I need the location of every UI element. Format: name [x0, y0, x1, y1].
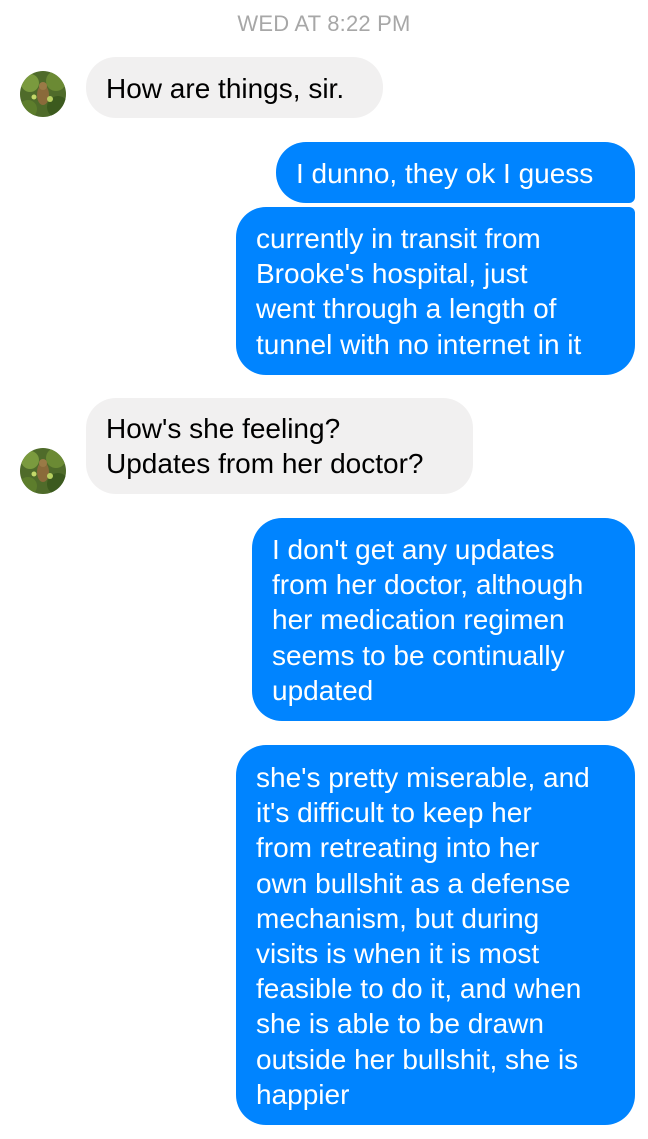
- contact-avatar-photo-icon: [20, 71, 66, 117]
- message-bubble-outgoing[interactable]: I dunno, they ok I guess: [276, 142, 635, 203]
- message-bubble-incoming[interactable]: How's she feeling? Updates from her doct…: [86, 398, 473, 494]
- message-bubble-outgoing[interactable]: currently in transit from Brooke's hospi…: [236, 207, 635, 375]
- contact-avatar[interactable]: [20, 448, 66, 494]
- message-bubble-incoming[interactable]: How are things, sir.: [86, 57, 383, 118]
- contact-avatar[interactable]: [20, 71, 66, 117]
- conversation-timestamp: WED AT 8:22 PM: [237, 11, 411, 36]
- message-bubble-outgoing[interactable]: I don't get any updates from her doctor,…: [252, 518, 635, 721]
- contact-avatar-photo-icon: [20, 448, 66, 494]
- message-bubble-outgoing[interactable]: she's pretty miserable, and it's difficu…: [236, 745, 635, 1125]
